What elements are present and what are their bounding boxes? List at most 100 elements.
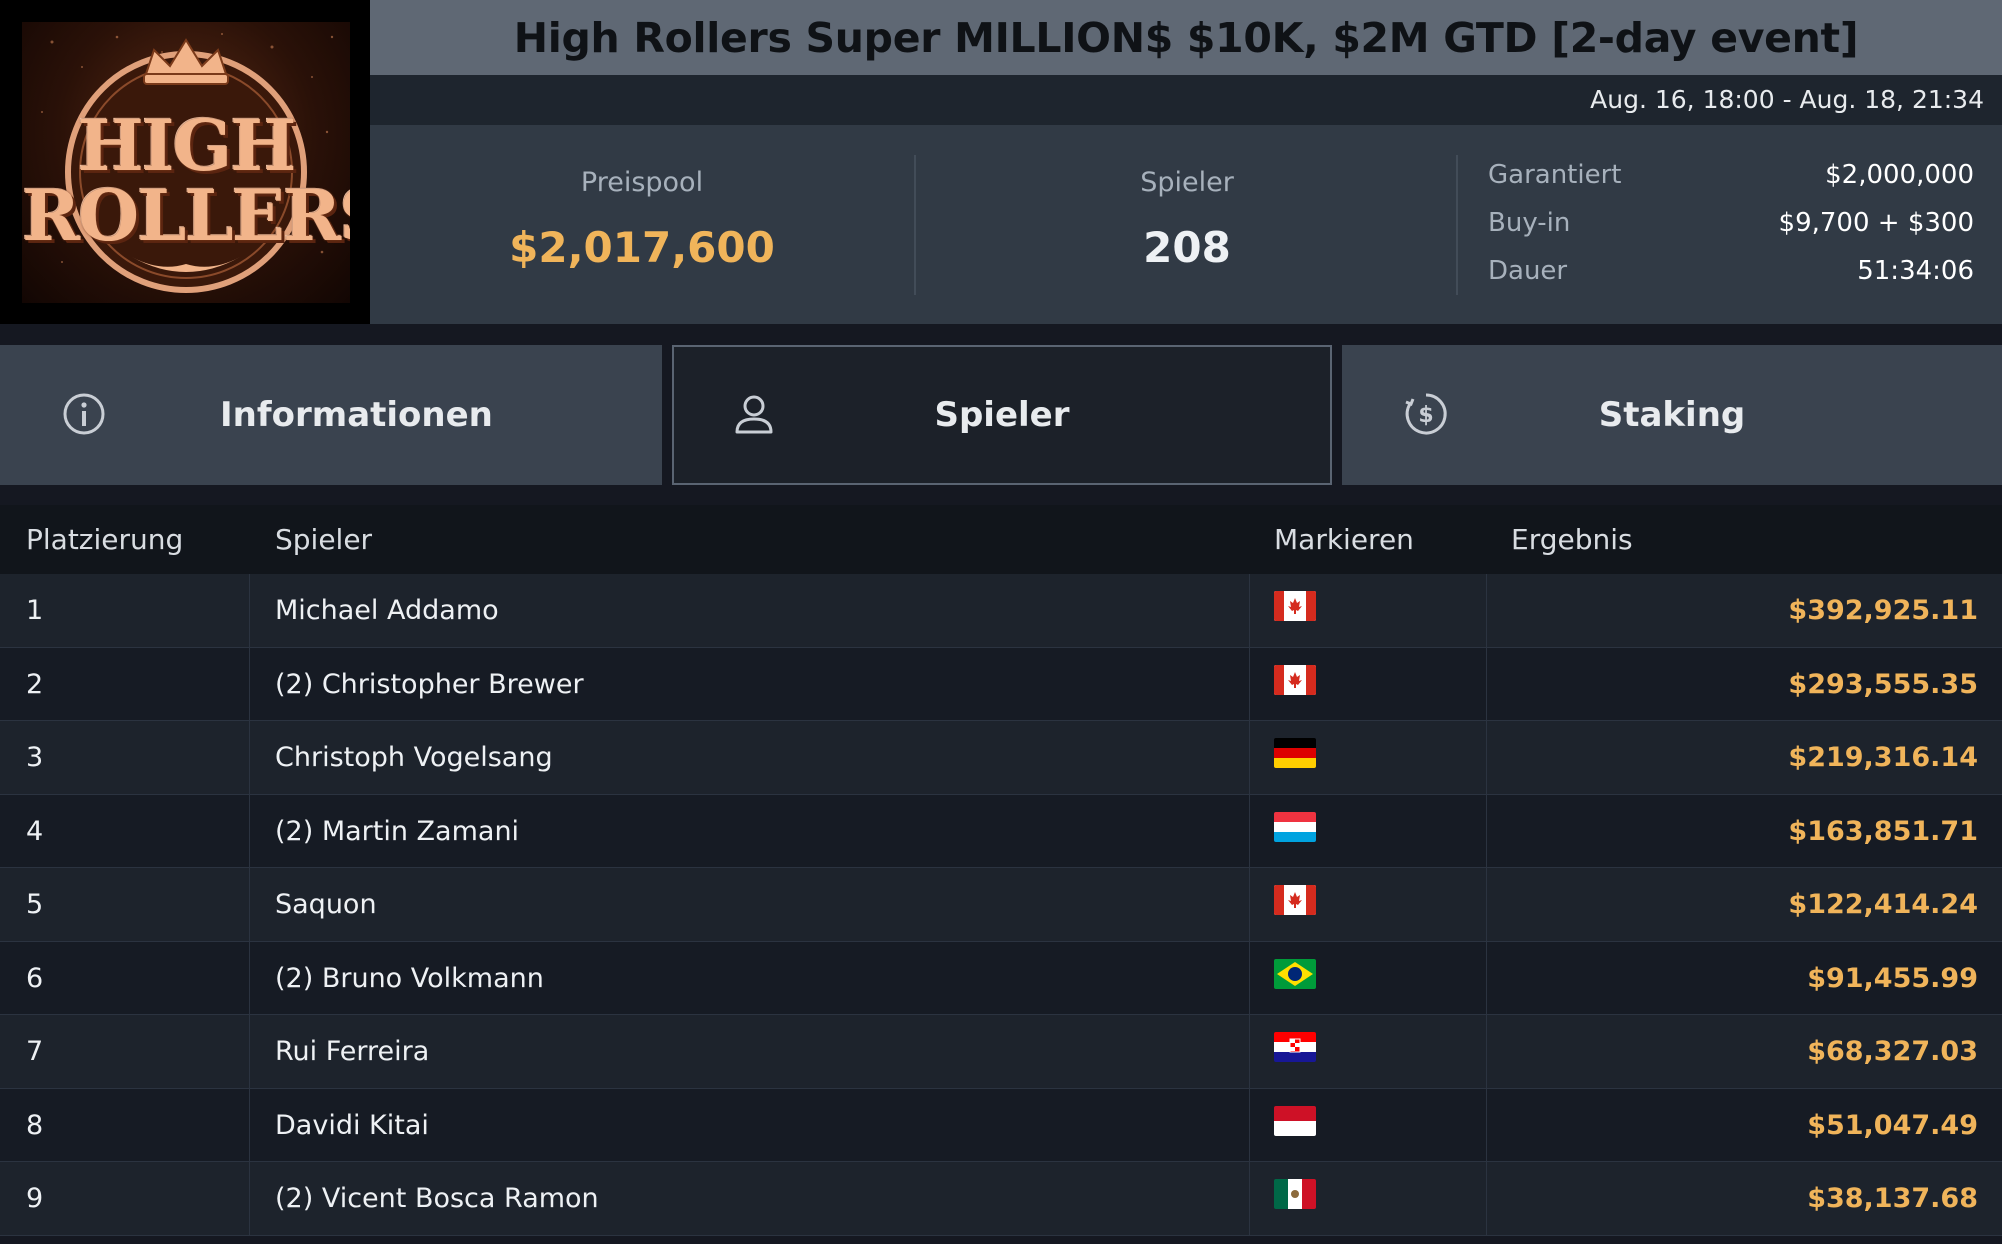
tab-staking[interactable]: $ Staking	[1342, 345, 2002, 485]
prize-cell: $219,316.14	[1788, 742, 1978, 773]
column-separator	[249, 1088, 250, 1161]
column-separator	[1486, 1162, 1487, 1235]
results-table: Platzierung Spieler Markieren Ergebnis 1…	[0, 505, 2002, 1236]
rank-cell: 5	[26, 889, 44, 920]
player-name-link[interactable]: Michael Addamo	[275, 574, 499, 647]
player-name-link[interactable]: (2) Martin Zamani	[275, 795, 519, 868]
table-row[interactable]: 2 (2) Christopher Brewer $293,555.35	[0, 647, 2002, 721]
prizepool-stat: Preispool $2,017,600	[370, 125, 914, 324]
canada-flag-icon	[1274, 591, 1316, 621]
column-separator	[249, 574, 250, 647]
rank-cell: 1	[26, 595, 44, 626]
column-separator	[249, 941, 250, 1014]
table-row[interactable]: 7 Rui Ferreira $68,327.03	[0, 1015, 2002, 1089]
player-name-link[interactable]: Saquon	[275, 868, 377, 941]
tab-label: Staking	[1598, 395, 1746, 435]
column-separator	[1486, 941, 1487, 1014]
detail-value: $9,700 + $300	[1778, 208, 1974, 238]
brazil-flag-icon	[1274, 958, 1316, 989]
column-separator	[1249, 794, 1250, 867]
detail-value: $2,000,000	[1825, 160, 1974, 190]
table-row[interactable]: 8 Davidi Kitai $51,047.49	[0, 1088, 2002, 1162]
tab-spieler[interactable]: Spieler	[672, 345, 1332, 485]
monaco-flag-icon	[1274, 1105, 1316, 1136]
column-separator	[249, 721, 250, 794]
prizepool-value: $2,017,600	[509, 223, 775, 272]
column-separator	[1249, 647, 1250, 720]
players-stat: Spieler 208	[916, 125, 1458, 324]
prizepool-label: Preispool	[580, 167, 704, 198]
high-rollers-logo-image: HIGH ROLLERS	[22, 22, 350, 303]
players-label: Spieler	[1140, 167, 1234, 198]
column-header-result[interactable]: Ergebnis	[1511, 505, 1633, 574]
stat-divider	[1456, 155, 1458, 295]
player-name-link[interactable]: Davidi Kitai	[275, 1089, 429, 1162]
canada-flag-icon	[1274, 664, 1316, 695]
detail-label: Garantiert	[1488, 160, 1622, 190]
germany-flag-icon	[1274, 738, 1316, 768]
prize-cell: $392,925.11	[1788, 595, 1978, 626]
prize-cell: $68,327.03	[1807, 1036, 1978, 1067]
detail-label: Dauer	[1488, 256, 1568, 286]
column-separator	[249, 794, 250, 867]
detail-buyin: Buy-in $9,700 + $300	[1488, 208, 1974, 248]
detail-value: 51:34:06	[1857, 256, 1974, 286]
column-separator	[1249, 941, 1250, 1014]
tab-informationen[interactable]: Informationen	[0, 345, 662, 485]
column-separator	[1486, 647, 1487, 720]
column-separator	[249, 647, 250, 720]
prize-cell: $293,555.35	[1788, 668, 1978, 700]
tournament-dates: Aug. 16, 18:00 - Aug. 18, 21:34	[370, 75, 2002, 125]
column-separator	[1249, 1015, 1250, 1088]
column-separator	[1249, 1088, 1250, 1161]
mexico-flag-icon	[1274, 1179, 1316, 1209]
player-name-link[interactable]: Christoph Vogelsang	[275, 721, 553, 794]
table-row[interactable]: 4 (2) Martin Zamani $163,851.71	[0, 794, 2002, 868]
croatia-flag-icon	[1274, 1032, 1316, 1062]
rank-cell: 4	[26, 815, 44, 847]
column-separator	[1486, 1015, 1487, 1088]
rank-cell: 6	[26, 962, 44, 994]
table-row[interactable]: 1 Michael Addamo $392,925.11	[0, 574, 2002, 648]
rank-cell: 8	[26, 1109, 44, 1141]
column-header-mark[interactable]: Markieren	[1274, 505, 1414, 574]
logo-text-rollers: ROLLERS	[22, 174, 350, 257]
prize-cell: $51,047.49	[1807, 1109, 1978, 1141]
table-row[interactable]: 3 Christoph Vogelsang $219,316.14	[0, 721, 2002, 795]
column-separator	[249, 1162, 250, 1235]
tab-label: Spieler	[934, 395, 1070, 435]
tab-label: Informationen	[220, 395, 493, 435]
rank-cell: 7	[26, 1036, 44, 1067]
column-separator	[1486, 721, 1487, 794]
column-separator	[1486, 868, 1487, 941]
player-name-link[interactable]: (2) Christopher Brewer	[275, 648, 584, 721]
player-name-link[interactable]: Rui Ferreira	[275, 1015, 429, 1088]
luxembourg-flag-icon	[1274, 811, 1316, 842]
prize-cell: $38,137.68	[1807, 1183, 1978, 1214]
column-separator	[1486, 794, 1487, 867]
detail-duration: Dauer 51:34:06	[1488, 256, 1974, 296]
column-separator	[1249, 1162, 1250, 1235]
column-separator	[1486, 1088, 1487, 1161]
rank-cell: 2	[26, 668, 44, 700]
canada-flag-icon	[1274, 885, 1316, 915]
player-name-link[interactable]: (2) Vicent Bosca Ramon	[275, 1162, 599, 1235]
table-header: Platzierung Spieler Markieren Ergebnis	[0, 505, 2002, 574]
table-row[interactable]: 9 (2) Vicent Bosca Ramon $38,137.68	[0, 1162, 2002, 1236]
tournament-title: High Rollers Super MILLION$ $10K, $2M GT…	[370, 0, 2002, 75]
column-separator	[1249, 574, 1250, 647]
rank-cell: 9	[26, 1183, 44, 1214]
column-header-rank[interactable]: Platzierung	[26, 505, 183, 574]
detail-guaranteed: Garantiert $2,000,000	[1488, 160, 1974, 200]
table-row[interactable]: 6 (2) Bruno Volkmann $91,455.99	[0, 941, 2002, 1015]
tournament-logo: HIGH ROLLERS	[0, 0, 370, 324]
prize-cell: $163,851.71	[1788, 815, 1978, 847]
table-row[interactable]: 5 Saquon $122,414.24	[0, 868, 2002, 942]
player-name-link[interactable]: (2) Bruno Volkmann	[275, 942, 544, 1015]
column-separator	[249, 868, 250, 941]
column-header-player[interactable]: Spieler	[275, 505, 372, 574]
column-separator	[1249, 721, 1250, 794]
detail-label: Buy-in	[1488, 208, 1571, 238]
column-separator	[1486, 574, 1487, 647]
table-body: 1 Michael Addamo $392,925.11 2 (2) Christoph…	[0, 574, 2002, 1236]
